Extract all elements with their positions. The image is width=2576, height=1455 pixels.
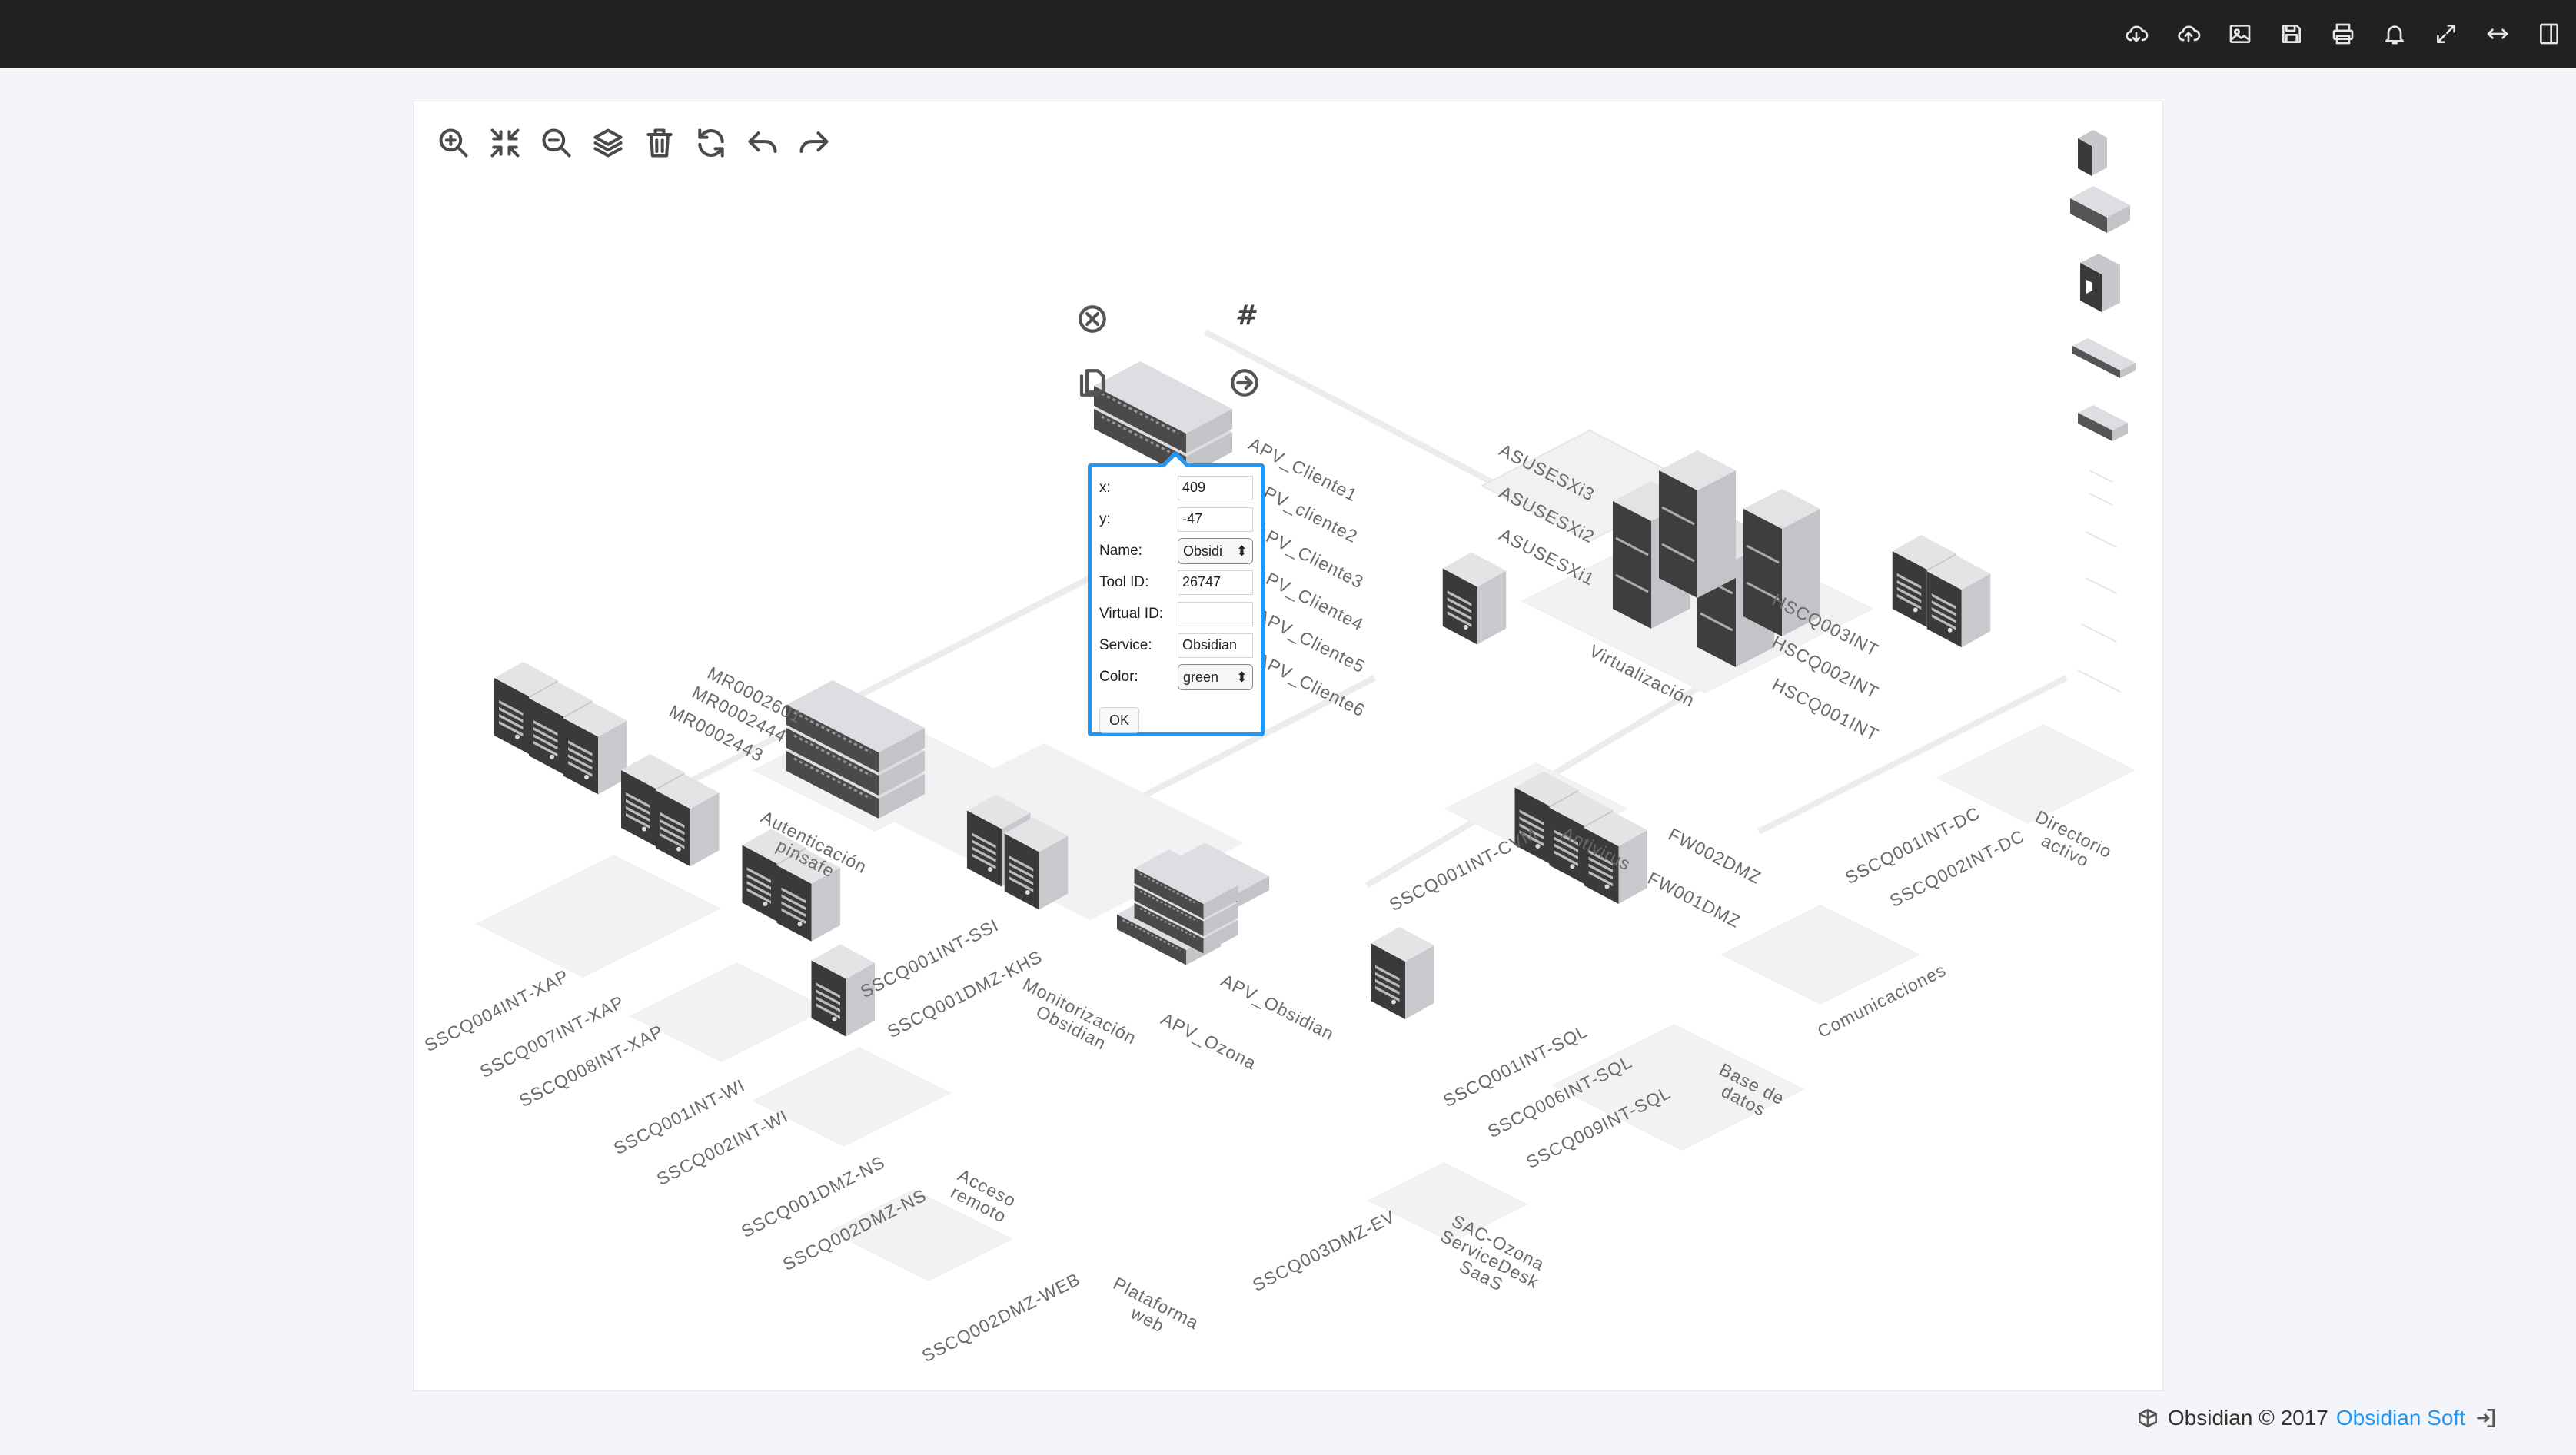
palette-switch[interactable]	[2072, 338, 2136, 378]
service-field[interactable]: Obsidian	[1178, 633, 1253, 658]
apv-selected-rack[interactable]	[1092, 360, 1234, 478]
ev-server	[1371, 927, 1434, 1019]
palette-rack-server[interactable]	[2070, 186, 2130, 233]
footer: Obsidian © 2017 Obsidian Soft	[2136, 1406, 2498, 1430]
xap-servers	[494, 662, 627, 795]
close-icon[interactable]	[1075, 301, 1110, 337]
antivirus-server	[1442, 552, 1507, 645]
print-icon[interactable]	[2328, 18, 2358, 49]
name-select[interactable]: Obsidi ⬍	[1178, 538, 1253, 564]
ok-button[interactable]: OK	[1099, 707, 1139, 733]
x-field[interactable]: 409	[1178, 476, 1253, 500]
diagram-canvas[interactable]: # APV_Cliente1 APV_cliente2 APV_Cliente3…	[413, 101, 2163, 1391]
footer-link[interactable]: Obsidian Soft	[2336, 1406, 2465, 1430]
y-field[interactable]: -47	[1178, 507, 1253, 532]
name-label: Name:	[1099, 543, 1142, 559]
select-arrows-icon: ⬍	[1235, 669, 1248, 685]
toolid-row: Tool ID: 26747	[1099, 570, 1257, 596]
sidebar-icon[interactable]	[2534, 18, 2564, 49]
x-label: x:	[1099, 480, 1111, 496]
arrow-right-icon[interactable]	[1227, 365, 1262, 400]
hash-icon[interactable]: #	[1235, 300, 1255, 331]
network-diagram	[475, 130, 2136, 1281]
color-label: Color:	[1099, 669, 1138, 685]
palette-router[interactable]	[2078, 405, 2128, 441]
plate-wi	[629, 962, 829, 1062]
node-properties-popup: x: 409 y: -47 Name: Obsidi ⬍ Tool ID: 267…	[1088, 450, 1265, 736]
footer-text: Obsidian © 2017	[2167, 1406, 2328, 1430]
plate-xap	[475, 855, 721, 978]
logout-icon[interactable]	[2473, 1406, 2498, 1430]
palette-tower-server[interactable]	[2078, 130, 2107, 176]
x-row: x: 409	[1099, 475, 1257, 501]
fit-width-icon[interactable]	[2482, 18, 2513, 49]
select-arrows-icon: ⬍	[1235, 543, 1248, 559]
color-row: Color: green ⬍	[1099, 664, 1257, 690]
image-icon[interactable]	[2225, 18, 2255, 49]
y-label: y:	[1099, 511, 1111, 527]
obsidian-logo-icon	[2138, 1408, 2157, 1428]
service-row: Service: Obsidian	[1099, 633, 1257, 659]
dc-servers	[1892, 535, 1991, 648]
expand-icon[interactable]	[2431, 18, 2461, 49]
virtualid-label: Virtual ID:	[1099, 606, 1164, 622]
service-label: Service:	[1099, 637, 1152, 653]
color-select-value: green	[1183, 669, 1219, 685]
top-bar	[0, 0, 2576, 68]
toolid-label: Tool ID:	[1099, 574, 1149, 590]
name-select-value: Obsidi	[1183, 543, 1223, 559]
upload-cloud-icon[interactable]	[2173, 18, 2204, 49]
bell-icon[interactable]	[2379, 18, 2410, 49]
virtualid-field[interactable]	[1178, 602, 1253, 626]
name-row: Name: Obsidi ⬍	[1099, 538, 1257, 564]
toolid-field[interactable]: 26747	[1178, 570, 1253, 595]
plate-ns	[752, 1047, 952, 1147]
y-row: y: -47	[1099, 507, 1257, 533]
download-cloud-icon[interactable]	[2121, 18, 2152, 49]
palette-firewall[interactable]	[2080, 254, 2120, 312]
save-icon[interactable]	[2276, 18, 2307, 49]
copy-icon[interactable]	[1075, 365, 1110, 400]
virtualid-row: Virtual ID:	[1099, 601, 1257, 627]
color-select[interactable]: green ⬍	[1178, 664, 1253, 690]
palette-faded-items	[2077, 470, 2121, 693]
